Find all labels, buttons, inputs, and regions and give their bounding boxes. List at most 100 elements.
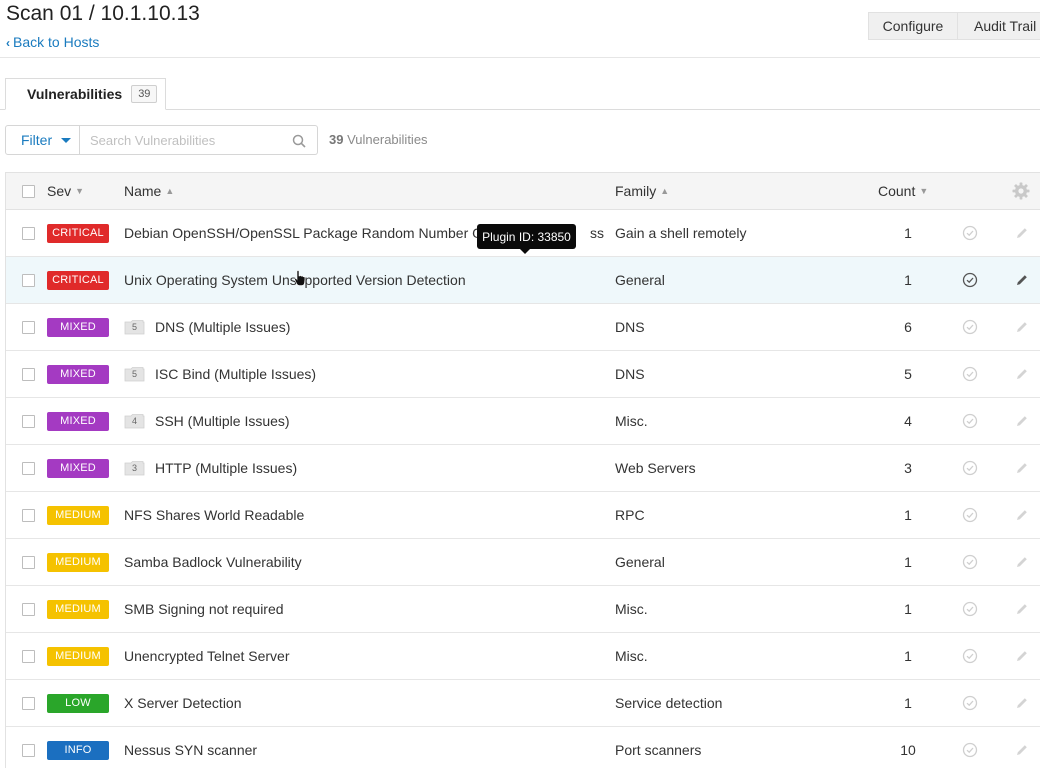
check-cell <box>962 304 978 350</box>
pencil-icon[interactable] <box>1015 555 1029 569</box>
pencil-icon[interactable] <box>1015 367 1029 381</box>
vulnerability-name[interactable]: DNS (Multiple Issues) <box>155 319 290 335</box>
table-row[interactable]: MIXED 5 ISC Bind (Multiple Issues) DNS 5 <box>6 351 1040 398</box>
family-cell: Web Servers <box>615 445 696 491</box>
pencil-icon[interactable] <box>1015 696 1029 710</box>
vulnerability-name[interactable]: ISC Bind (Multiple Issues) <box>155 366 316 382</box>
gear-icon[interactable] <box>1012 182 1030 200</box>
pencil-icon[interactable] <box>1015 743 1029 757</box>
column-header-count-label: Count <box>878 183 916 199</box>
severity-badge: CRITICAL <box>47 270 109 290</box>
row-checkbox[interactable] <box>22 743 35 757</box>
row-checkbox[interactable] <box>22 696 35 710</box>
vulnerability-name[interactable]: Samba Badlock Vulnerability <box>124 554 302 570</box>
family-cell: DNS <box>615 304 645 350</box>
table-row[interactable]: MIXED 3 HTTP (Multiple Issues) Web Serve… <box>6 445 1040 492</box>
check-cell <box>962 210 978 256</box>
folder-icon: 5 <box>124 366 145 382</box>
pencil-icon[interactable] <box>1015 414 1029 428</box>
table-row[interactable]: INFO Nessus SYN scanner Port scanners 10 <box>6 727 1040 768</box>
vulnerability-name[interactable]: SSH (Multiple Issues) <box>155 413 290 429</box>
check-cell <box>962 351 978 397</box>
filter-button[interactable]: Filter <box>5 125 80 155</box>
pencil-icon[interactable] <box>1015 320 1029 334</box>
pencil-icon[interactable] <box>1015 649 1029 663</box>
severity-cell: CRITICAL <box>47 210 109 256</box>
check-circle-icon[interactable] <box>962 319 978 335</box>
vulnerability-name[interactable]: HTTP (Multiple Issues) <box>155 460 297 476</box>
row-checkbox[interactable] <box>22 649 35 663</box>
check-circle-icon[interactable] <box>962 507 978 523</box>
select-all-checkbox[interactable] <box>22 184 35 198</box>
family-cell: General <box>615 257 665 303</box>
table-row[interactable]: MIXED 4 SSH (Multiple Issues) Misc. 4 <box>6 398 1040 445</box>
vulnerability-name[interactable]: Debian OpenSSH/OpenSSL Package Random Nu… <box>124 225 491 241</box>
column-header-count[interactable]: Count ▼ <box>878 173 928 209</box>
severity-badge: MEDIUM <box>47 646 109 666</box>
table-row[interactable]: CRITICAL Unix Operating System Unsupport… <box>6 257 1040 304</box>
row-checkbox[interactable] <box>22 555 35 569</box>
vulnerability-name[interactable]: SMB Signing not required <box>124 601 284 617</box>
check-circle-icon[interactable] <box>962 225 978 241</box>
folder-count: 3 <box>131 463 137 473</box>
column-header-name[interactable]: Name ▲ <box>124 173 174 209</box>
back-to-hosts-link[interactable]: ‹ Back to Hosts <box>6 34 99 50</box>
severity-cell: CRITICAL <box>47 257 109 303</box>
hand-cursor-icon <box>294 270 306 286</box>
pencil-icon[interactable] <box>1015 461 1029 475</box>
check-circle-icon[interactable] <box>962 648 978 664</box>
tab-count-badge: 39 <box>131 85 158 103</box>
name-cell: Unencrypted Telnet Server <box>124 633 290 679</box>
check-circle-icon[interactable] <box>962 272 978 288</box>
configure-button[interactable]: Configure <box>868 12 958 40</box>
column-header-family[interactable]: Family ▲ <box>615 173 669 209</box>
check-circle-icon[interactable] <box>962 460 978 476</box>
vulnerability-count-value: 1 <box>904 272 912 288</box>
pencil-icon[interactable] <box>1015 602 1029 616</box>
table-row[interactable]: MEDIUM NFS Shares World Readable RPC 1 <box>6 492 1040 539</box>
check-circle-icon[interactable] <box>962 695 978 711</box>
name-cell: 5 DNS (Multiple Issues) <box>124 304 290 350</box>
pencil-icon[interactable] <box>1015 273 1029 287</box>
count-cell: 6 <box>900 304 916 350</box>
row-checkbox[interactable] <box>22 461 35 475</box>
column-header-sev[interactable]: Sev ▼ <box>47 173 84 209</box>
check-circle-icon[interactable] <box>962 413 978 429</box>
vulnerability-family: Service detection <box>615 695 723 711</box>
pencil-icon[interactable] <box>1015 508 1029 522</box>
search-icon[interactable] <box>292 134 306 148</box>
row-checkbox[interactable] <box>22 414 35 428</box>
vulnerability-count-value: 4 <box>904 413 912 429</box>
vulnerability-name[interactable]: NFS Shares World Readable <box>124 507 304 523</box>
row-checkbox[interactable] <box>22 226 35 240</box>
search-input[interactable] <box>90 126 290 154</box>
vulnerability-name[interactable]: Nessus SYN scanner <box>124 742 257 758</box>
caret-down-icon <box>61 137 72 143</box>
severity-badge: MIXED <box>47 411 109 431</box>
audit-trail-button[interactable]: Audit Trail <box>958 12 1040 40</box>
check-circle-icon[interactable] <box>962 601 978 617</box>
row-checkbox[interactable] <box>22 367 35 381</box>
vulnerability-name[interactable]: X Server Detection <box>124 695 242 711</box>
check-circle-icon[interactable] <box>962 554 978 570</box>
table-row[interactable]: LOW X Server Detection Service detection… <box>6 680 1040 727</box>
table-row[interactable]: MEDIUM Samba Badlock Vulnerability Gener… <box>6 539 1040 586</box>
table-row[interactable]: MEDIUM SMB Signing not required Misc. 1 <box>6 586 1040 633</box>
table-row[interactable]: MIXED 5 DNS (Multiple Issues) DNS 6 <box>6 304 1040 351</box>
row-checkbox[interactable] <box>22 273 35 287</box>
tab-vulnerabilities[interactable]: Vulnerabilities 39 <box>5 78 166 110</box>
row-checkbox[interactable] <box>22 602 35 616</box>
count-cell: 3 <box>900 445 916 491</box>
row-checkbox[interactable] <box>22 320 35 334</box>
vulnerability-name[interactable]: Unencrypted Telnet Server <box>124 648 290 664</box>
severity-badge: MEDIUM <box>47 599 109 619</box>
severity-cell: LOW <box>47 680 109 726</box>
pencil-icon[interactable] <box>1015 226 1029 240</box>
row-checkbox[interactable] <box>22 508 35 522</box>
table-row[interactable]: MEDIUM Unencrypted Telnet Server Misc. 1 <box>6 633 1040 680</box>
check-circle-icon[interactable] <box>962 366 978 382</box>
check-circle-icon[interactable] <box>962 742 978 758</box>
vulnerability-family: Misc. <box>615 648 648 664</box>
vulnerability-count-label: Vulnerabilities <box>347 132 428 147</box>
severity-cell: MEDIUM <box>47 633 109 679</box>
